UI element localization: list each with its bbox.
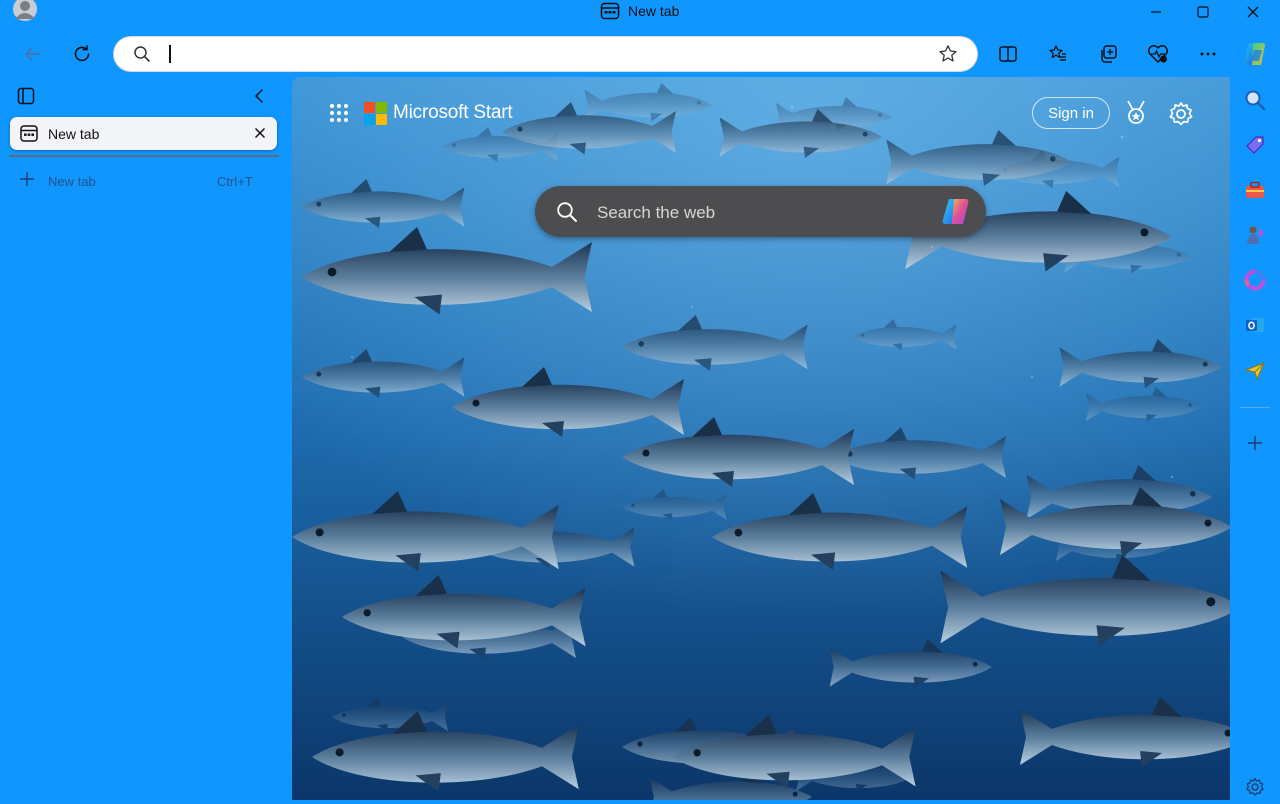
refresh-icon xyxy=(74,45,90,62)
tab-icon xyxy=(20,125,38,142)
favorite-star-icon[interactable] xyxy=(938,44,958,64)
sidebar-shopping-button[interactable] xyxy=(1238,128,1272,162)
sidebar-drop-button[interactable] xyxy=(1238,353,1272,387)
microsoft365-icon xyxy=(1244,269,1266,291)
browser-essentials-button[interactable] xyxy=(1141,37,1175,71)
more-icon xyxy=(1200,52,1216,56)
add-icon xyxy=(1248,436,1262,450)
window-title-text: New tab xyxy=(628,3,680,19)
text-caret xyxy=(169,45,171,63)
collapse-pane-icon[interactable] xyxy=(252,87,266,105)
apps-launcher-icon[interactable] xyxy=(328,102,350,124)
drop-icon xyxy=(1244,362,1265,381)
outlook-icon xyxy=(1246,318,1264,332)
plus-icon xyxy=(19,171,35,187)
collections-button[interactable] xyxy=(1091,37,1125,71)
close-tab-icon[interactable] xyxy=(254,127,266,139)
sidebar-add-button[interactable] xyxy=(1238,426,1272,460)
back-icon xyxy=(25,47,41,61)
sign-in-button[interactable]: Sign in xyxy=(1032,97,1110,129)
back-button[interactable] xyxy=(16,37,50,71)
favorites-button[interactable] xyxy=(1041,37,1075,71)
page-settings-icon[interactable] xyxy=(1168,101,1194,127)
address-bar[interactable] xyxy=(114,37,977,71)
profile-avatar-icon[interactable] xyxy=(12,0,38,22)
copilot-icon[interactable] xyxy=(939,196,973,228)
sidebar-divider xyxy=(1240,407,1270,408)
tools-icon xyxy=(1246,181,1264,198)
tab-icon xyxy=(600,2,620,20)
browser-essentials-icon xyxy=(1148,45,1168,63)
tab-label: New tab xyxy=(48,126,100,142)
refresh-button[interactable] xyxy=(65,37,99,71)
tab-actions-menu-icon[interactable] xyxy=(17,87,37,105)
sidebar-settings-icon xyxy=(1246,777,1264,796)
search-icon xyxy=(1245,90,1266,111)
copilot-icon xyxy=(1243,42,1266,66)
new-tab-page: Microsoft Start Sign in xyxy=(292,77,1230,800)
shopping-tag-icon xyxy=(1246,136,1264,154)
new-tab-shortcut: Ctrl+T xyxy=(217,174,253,189)
tab-divider xyxy=(9,155,279,157)
search-input[interactable] xyxy=(595,200,919,226)
rewards-icon[interactable] xyxy=(1124,99,1148,127)
games-icon xyxy=(1247,226,1264,244)
sidebar-games-button[interactable] xyxy=(1238,218,1272,252)
maximize-button[interactable] xyxy=(1180,0,1226,24)
sidebar-tools-button[interactable] xyxy=(1238,173,1272,207)
new-tab-label: New tab xyxy=(48,174,96,189)
web-search-box[interactable] xyxy=(535,186,986,237)
close-window-button[interactable] xyxy=(1230,0,1276,24)
window-title: New tab xyxy=(600,1,679,21)
microsoft-logo-icon xyxy=(364,101,387,125)
brand-header: Microsoft Start xyxy=(328,99,513,127)
sidebar-search-button[interactable] xyxy=(1238,83,1272,117)
new-tab-button[interactable]: New tab Ctrl+T xyxy=(10,167,277,195)
sidebar-microsoft365-button[interactable] xyxy=(1238,263,1272,297)
sidebar-outlook-button[interactable] xyxy=(1238,308,1272,342)
copilot-button[interactable] xyxy=(1238,37,1272,71)
brand-name: Microsoft Start xyxy=(393,102,513,123)
tab-new-tab[interactable]: New tab xyxy=(10,117,277,150)
microsoft-start-logo[interactable]: Microsoft Start xyxy=(364,101,513,125)
split-screen-button[interactable] xyxy=(991,37,1025,71)
collections-icon xyxy=(1101,45,1117,63)
more-button[interactable] xyxy=(1191,37,1225,71)
sidebar-settings-button[interactable] xyxy=(1238,770,1272,804)
address-input[interactable] xyxy=(166,44,906,64)
search-icon xyxy=(556,201,578,223)
search-icon xyxy=(133,45,151,63)
minimize-button[interactable] xyxy=(1133,0,1179,24)
split-screen-icon xyxy=(999,46,1017,62)
favorites-icon xyxy=(1049,45,1066,61)
